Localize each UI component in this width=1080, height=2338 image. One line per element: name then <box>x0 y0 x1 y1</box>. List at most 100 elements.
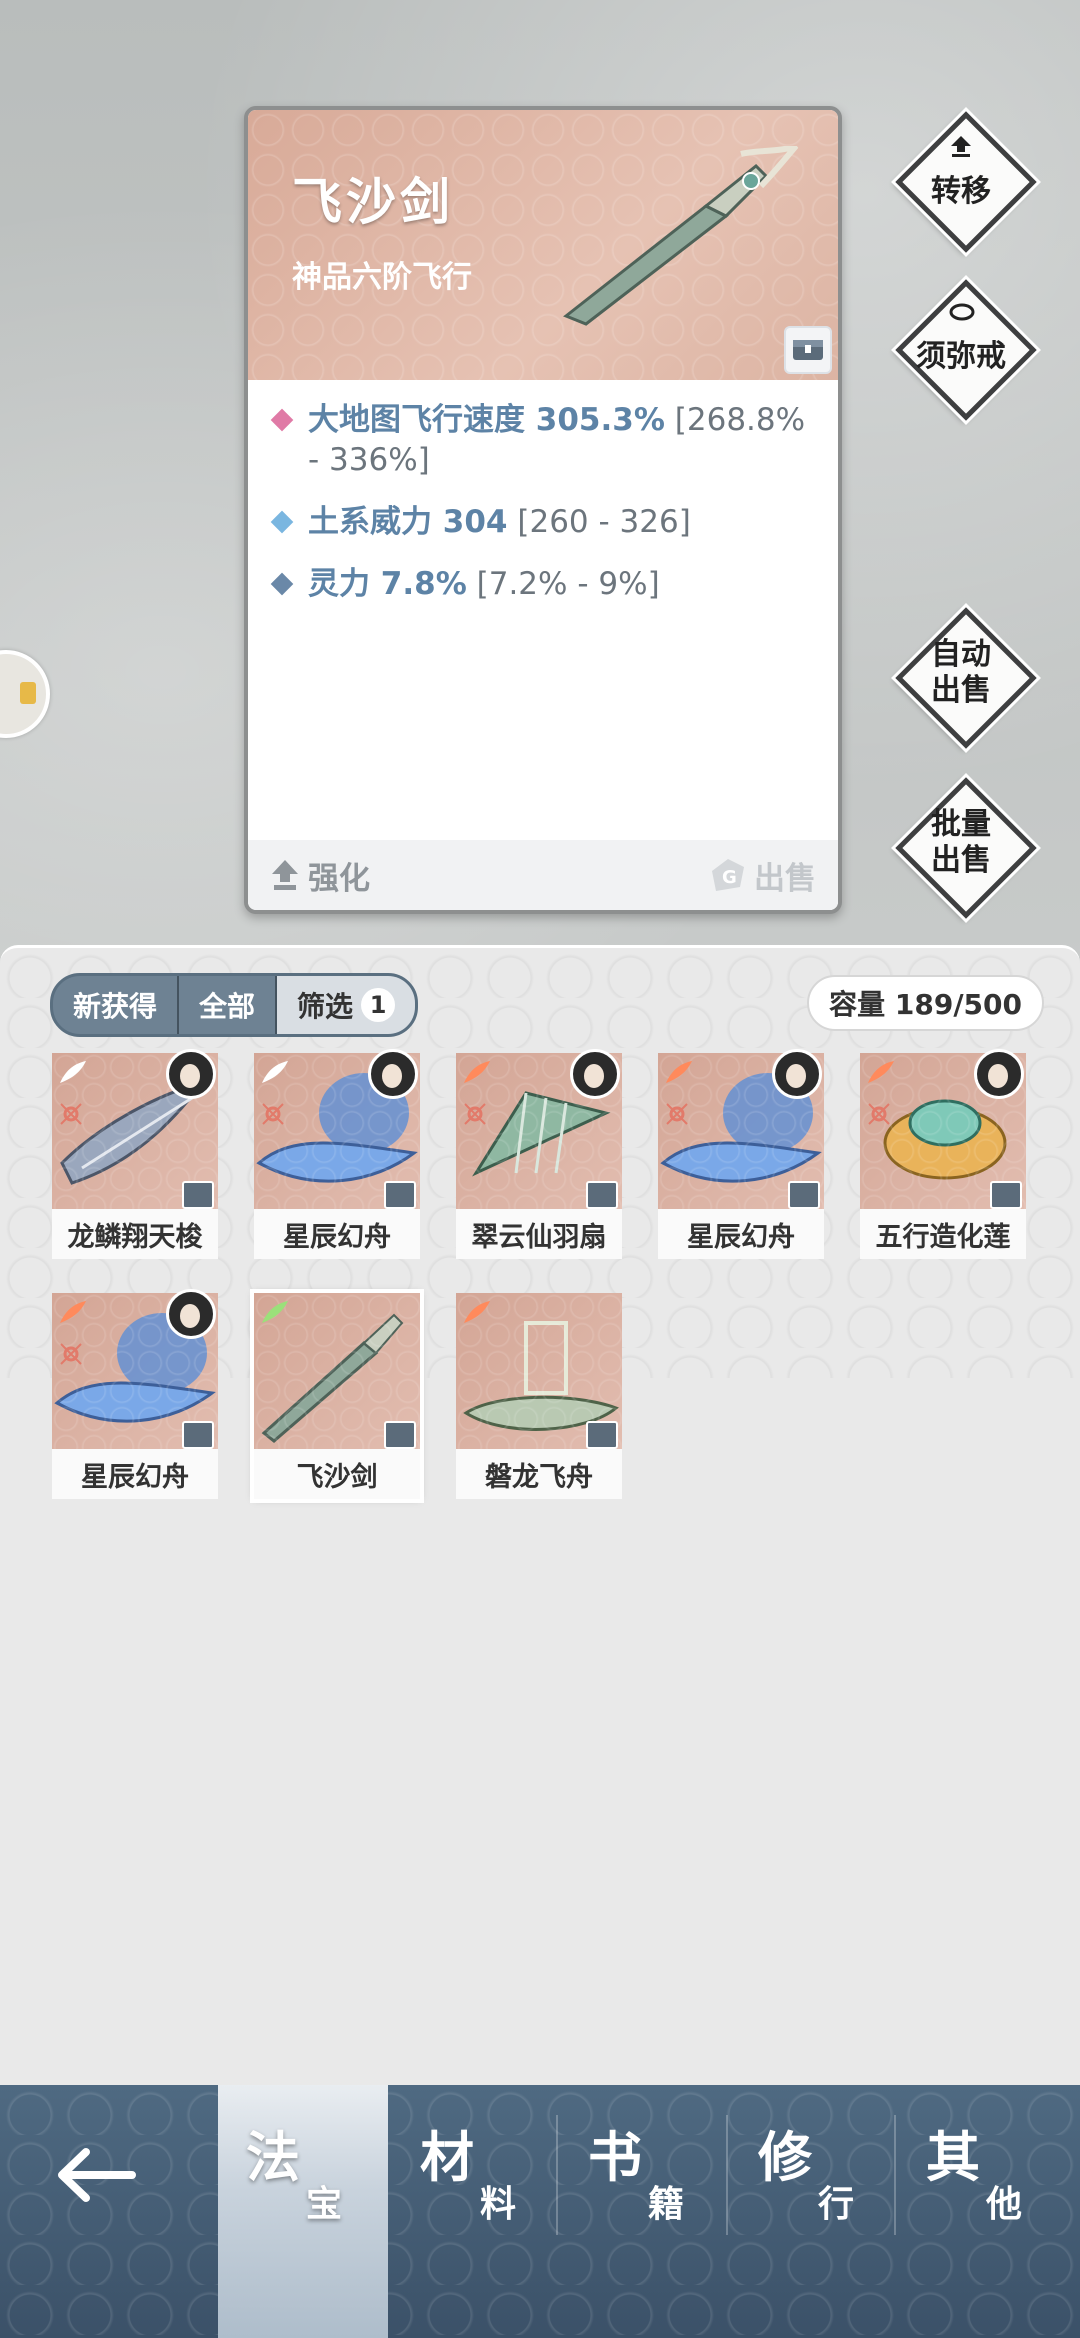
tab-materials[interactable]: 材 料 <box>392 2085 562 2338</box>
stat-value: 大地图飞行速度 305.3% <box>308 402 665 438</box>
owner-portrait-avatar <box>166 1049 216 1099</box>
back-arrow-icon[interactable] <box>52 2140 142 2210</box>
stat-row: 大地图飞行速度 305.3% [268.8% - 336%] <box>270 400 812 480</box>
storage-chest-icon <box>990 1181 1022 1209</box>
transfer-button[interactable]: 转移 <box>895 111 1037 253</box>
item-label: 五行造化莲 <box>860 1209 1026 1259</box>
tab-treasure-small: 宝 <box>306 2184 343 2225</box>
inventory-panel: 新获得 全部 筛选 1 容量 189/500 龙鳞翔天梭 星辰幻舟 翠云仙羽扇 … <box>0 945 1080 2088</box>
item-slot[interactable]: 龙鳞翔天梭 <box>52 1049 218 1259</box>
batch-sell-line-2: 出售 <box>931 843 991 878</box>
item-slot-selected[interactable]: 飞沙剑 <box>250 1289 424 1503</box>
batch-sell-line-1: 批量 <box>931 807 991 842</box>
wing-icon <box>464 1061 490 1083</box>
stat-list: 大地图飞行速度 305.3% [268.8% - 336%] 土系威力 304 … <box>270 400 812 626</box>
tab-cultivation-big: 修 <box>758 2126 812 2189</box>
arrow-up-icon <box>272 860 298 890</box>
owner-portrait-avatar <box>974 1049 1024 1099</box>
ring-storage-button[interactable]: 须弥戒 <box>895 279 1037 421</box>
sell-label: 出售 <box>754 860 816 897</box>
filter-count-badge: 1 <box>361 988 396 1022</box>
item-slot[interactable]: 五行造化莲 <box>860 1049 1026 1259</box>
item-label: 星辰幻舟 <box>254 1209 420 1259</box>
tab-materials-big: 材 <box>420 2126 474 2189</box>
item-name: 飞沙剑 <box>292 173 454 231</box>
rank-icon <box>464 1103 486 1125</box>
tab-new[interactable]: 新获得 <box>53 976 178 1034</box>
card-footer: 强化 G 出售 <box>248 840 838 910</box>
wing-icon <box>464 1301 490 1323</box>
tab-all[interactable]: 全部 <box>177 976 276 1034</box>
auto-sell-label: 自动 出售 <box>896 608 1026 738</box>
enhance-label: 强化 <box>308 860 370 897</box>
coin-icon: G <box>712 859 744 891</box>
auto-sell-button[interactable]: 自动 出售 <box>895 607 1037 749</box>
tab-books[interactable]: 书 籍 <box>560 2085 730 2338</box>
enhance-button[interactable]: 强化 <box>270 852 370 898</box>
sword-artwork-icon <box>563 146 799 326</box>
owner-portrait-avatar <box>368 1049 418 1099</box>
storage-chest-icon <box>586 1421 618 1449</box>
tab-books-big: 书 <box>588 2126 642 2189</box>
diamond-bullet-icon <box>270 572 294 596</box>
item-label: 飞沙剑 <box>254 1449 420 1499</box>
item-detail-card: 飞沙剑 神品六阶飞行 大地图飞行速度 305.3% [268.8% - 336%… <box>244 106 842 914</box>
item-slot[interactable]: 星辰幻舟 <box>658 1049 824 1259</box>
batch-sell-label: 批量 出售 <box>896 778 1026 908</box>
item-slot[interactable]: 星辰幻舟 <box>254 1049 420 1259</box>
filter-tabs: 新获得 全部 筛选 1 <box>50 973 419 1037</box>
svg-text:G: G <box>722 867 737 888</box>
rank-icon <box>666 1103 688 1125</box>
item-slot[interactable]: 翠云仙羽扇 <box>456 1049 622 1259</box>
tab-books-small: 籍 <box>648 2184 685 2225</box>
item-label: 翠云仙羽扇 <box>456 1209 622 1259</box>
storage-chest-icon <box>384 1181 416 1209</box>
transfer-label: 转移 <box>931 174 991 209</box>
item-label: 星辰幻舟 <box>658 1209 824 1259</box>
tab-treasure[interactable]: 法 宝 <box>218 2085 388 2338</box>
drawer-indicator-icon <box>20 682 36 704</box>
batch-sell-button[interactable]: 批量 出售 <box>895 777 1037 919</box>
storage-chest-icon <box>788 1181 820 1209</box>
capacity-badge: 容量 189/500 <box>807 975 1044 1031</box>
tab-other-small: 他 <box>986 2184 1023 2225</box>
filter-label: 筛选 <box>297 990 354 1023</box>
tab-other-big: 其 <box>926 2126 980 2189</box>
auto-sell-line-2: 出售 <box>931 673 991 708</box>
wing-icon <box>60 1061 86 1083</box>
bottom-nav: 法 宝 材 料 书 籍 修 行 其 他 <box>0 2085 1080 2338</box>
item-slot[interactable]: 星辰幻舟 <box>52 1289 218 1499</box>
wing-icon <box>868 1061 894 1083</box>
diamond-bullet-icon <box>270 408 294 432</box>
storage-chest-icon <box>384 1421 416 1449</box>
rank-icon <box>262 1103 284 1125</box>
sell-button[interactable]: G 出售 <box>710 852 816 898</box>
item-label: 龙鳞翔天梭 <box>52 1209 218 1259</box>
storage-chest-icon[interactable] <box>784 326 832 374</box>
stat-range: [260 - 326] <box>517 504 691 540</box>
wing-icon <box>666 1061 692 1083</box>
tab-other[interactable]: 其 他 <box>898 2085 1068 2338</box>
ring-label: 须弥戒 <box>916 339 1006 374</box>
stat-value: 灵力 7.8% <box>308 566 467 602</box>
item-grade: 神品六阶飞行 <box>292 260 472 295</box>
owner-portrait-avatar <box>772 1049 822 1099</box>
wing-icon <box>262 1301 288 1323</box>
storage-chest-icon <box>182 1181 214 1209</box>
tab-cultivation[interactable]: 修 行 <box>730 2085 900 2338</box>
auto-sell-line-1: 自动 <box>931 637 991 672</box>
diamond-bullet-icon <box>270 510 294 534</box>
owner-portrait-avatar <box>570 1049 620 1099</box>
stat-value: 土系威力 304 <box>308 504 508 540</box>
rank-icon <box>60 1343 82 1365</box>
stat-row: 灵力 7.8% [7.2% - 9%] <box>270 564 812 604</box>
tab-treasure-big: 法 <box>246 2126 300 2189</box>
item-slot[interactable]: 磐龙飞舟 <box>456 1293 622 1499</box>
storage-chest-icon <box>586 1181 618 1209</box>
item-label: 星辰幻舟 <box>52 1449 218 1499</box>
wing-icon <box>262 1061 288 1083</box>
tab-cultivation-small: 行 <box>818 2184 855 2225</box>
wing-icon <box>60 1301 86 1323</box>
item-label: 磐龙飞舟 <box>456 1449 622 1499</box>
tab-filter[interactable]: 筛选 1 <box>275 976 416 1034</box>
